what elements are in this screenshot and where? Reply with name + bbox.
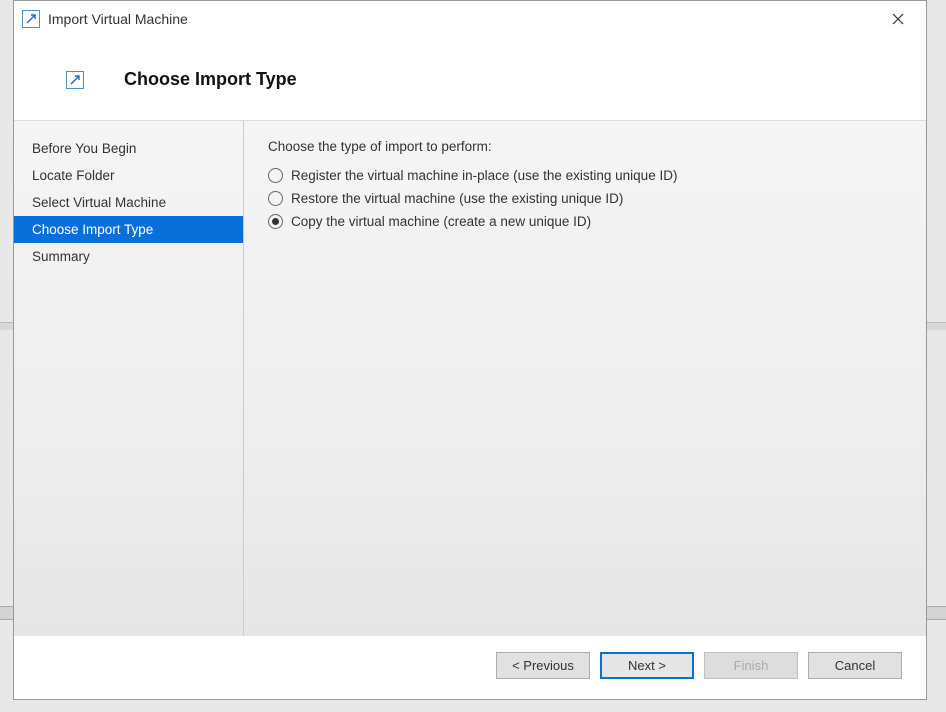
background-decoration [927,606,946,620]
sidebar-item-before-you-begin[interactable]: Before You Begin [14,135,243,162]
page-title: Choose Import Type [124,69,297,90]
option-copy[interactable]: Copy the virtual machine (create a new u… [268,214,902,229]
sidebar-item-locate-folder[interactable]: Locate Folder [14,162,243,189]
background-decoration [0,606,13,620]
wizard-footer: < Previous Next > Finish Cancel [14,636,926,699]
cancel-button[interactable]: Cancel [808,652,902,679]
close-button[interactable] [878,4,918,34]
next-button[interactable]: Next > [600,652,694,679]
option-label: Restore the virtual machine (use the exi… [291,191,623,206]
window-title: Import Virtual Machine [48,11,878,27]
import-wizard-dialog: Import Virtual Machine Choose Import Typ… [13,0,927,700]
wizard-body: Before You Begin Locate Folder Select Vi… [14,121,926,636]
radio-icon [268,191,283,206]
wizard-content: Choose the type of import to perform: Re… [244,121,926,636]
titlebar: Import Virtual Machine [14,1,926,37]
prompt-text: Choose the type of import to perform: [268,139,902,154]
sidebar-item-summary[interactable]: Summary [14,243,243,270]
option-label: Copy the virtual machine (create a new u… [291,214,591,229]
option-restore[interactable]: Restore the virtual machine (use the exi… [268,191,902,206]
wizard-header: Choose Import Type [14,37,926,121]
app-icon [22,10,40,28]
option-label: Register the virtual machine in-place (u… [291,168,677,183]
sidebar-item-select-virtual-machine[interactable]: Select Virtual Machine [14,189,243,216]
finish-button: Finish [704,652,798,679]
option-register-in-place[interactable]: Register the virtual machine in-place (u… [268,168,902,183]
previous-button[interactable]: < Previous [496,652,590,679]
sidebar-item-choose-import-type[interactable]: Choose Import Type [14,216,243,243]
background-decoration [927,322,946,330]
wizard-step-icon [66,71,84,89]
background-decoration [0,322,13,330]
wizard-steps-sidebar: Before You Begin Locate Folder Select Vi… [14,121,244,636]
radio-icon [268,168,283,183]
close-icon [892,13,904,25]
radio-icon [268,214,283,229]
